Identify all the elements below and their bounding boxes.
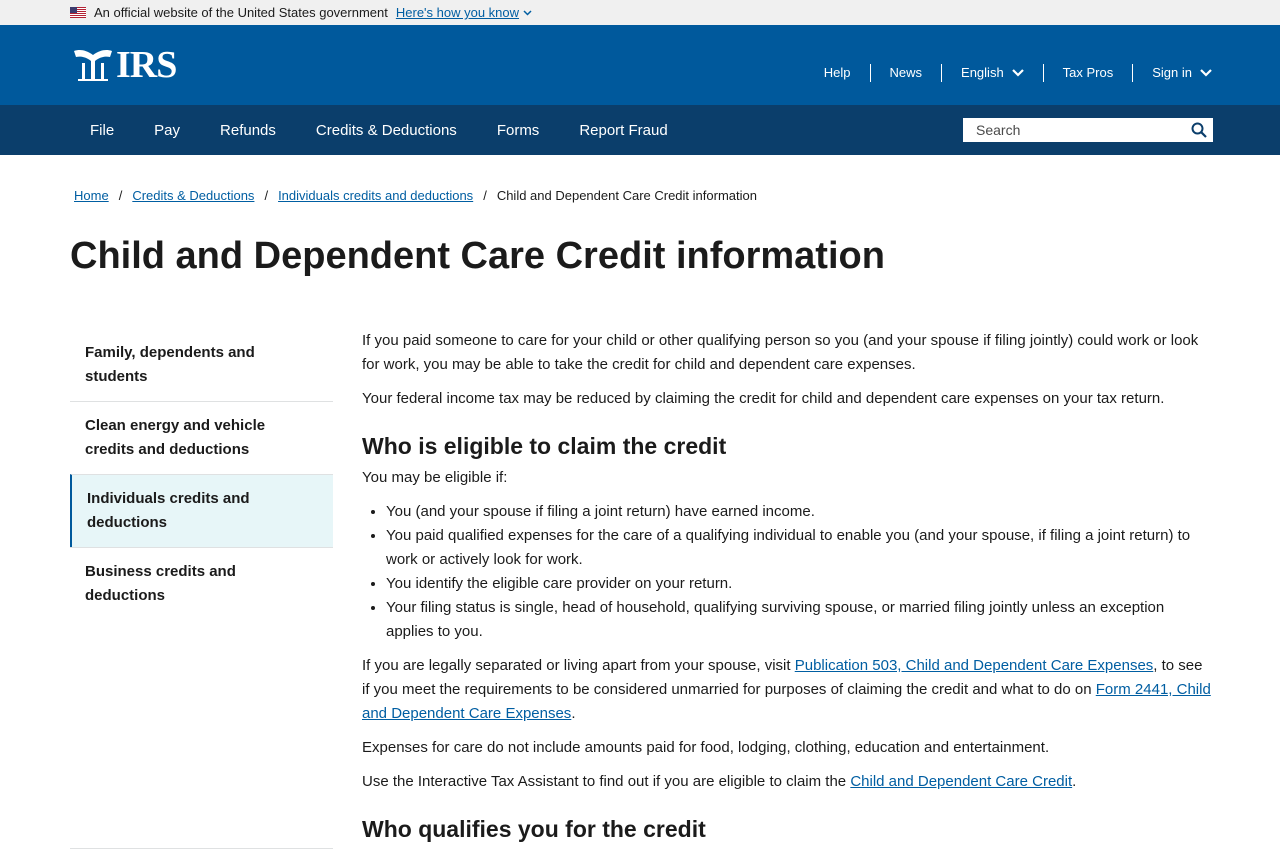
ita-text-before: Use the Interactive Tax Assistant to fin… [362,773,851,790]
logo-wordmark: IRS [116,44,177,86]
eligible-intro: You may be eligible if: [362,469,508,486]
util-tax-pros-label: Tax Pros [1062,64,1114,80]
breadcrumb: Home / Credits & Deductions / Individual… [0,155,1280,204]
qualifies-heading: Who qualifies you for the credit [362,816,706,842]
main-nav: File Pay Refunds Credits & Deductions Fo… [0,105,1280,155]
irs-eagle-icon [74,50,112,81]
chevron-down-icon [1011,68,1024,77]
gov-banner-text: An official website of the United States… [94,5,388,20]
sidenav-item-individuals[interactable]: Individuals credits and deductions [70,474,333,547]
nav-file[interactable]: File [70,122,134,139]
main-content: If you paid someone to care for your chi… [362,329,1212,849]
nav-pay[interactable]: Pay [134,122,200,139]
how-you-know-link[interactable]: Here's how you know [396,5,532,20]
ita-text-after: . [1072,773,1077,790]
util-help-label: Help [823,64,851,80]
sign-in-dropdown[interactable]: Sign in [1133,64,1212,82]
eligible-heading: Who is eligible to claim the credit [362,433,727,459]
child-care-credit-link[interactable]: Child and Dependent Care Credit [850,773,1072,790]
sidenav-item-clean-energy[interactable]: Clean energy and vehicle credits and ded… [70,401,333,474]
ita-paragraph: Use the Interactive Tax Assistant to fin… [362,770,1212,794]
sign-in-label: Sign in [1152,64,1192,80]
search-input[interactable] [963,118,1185,142]
breadcrumb-credits-deductions[interactable]: Credits & Deductions [132,188,254,203]
publication-503-link[interactable]: Publication 503, Child and Dependent Car… [795,657,1154,674]
chevron-down-icon [1200,68,1212,77]
page-title: Child and Dependent Care Credit informat… [70,235,885,277]
how-you-know-label: Here's how you know [395,5,520,20]
separated-text-before: If you are legally separated or living a… [362,657,795,674]
expenses-paragraph: Expenses for care do not include amounts… [362,739,1050,756]
breadcrumb-separator: / [264,188,269,203]
nav-forms[interactable]: Forms [477,122,560,139]
language-dropdown[interactable]: English [942,63,1044,82]
sidenav-item-business[interactable]: Business credits and deductions [70,547,333,620]
intro-paragraph: If you paid someone to care for your chi… [362,332,1199,373]
us-flag-icon [70,7,86,18]
irs-logo[interactable]: IRS [72,43,177,87]
breadcrumb-separator: / [118,188,123,203]
list-item: You identify the eligible care provider … [386,572,1212,596]
reduce-tax-paragraph: Your federal income tax may be reduced b… [362,390,1165,407]
breadcrumb-home[interactable]: Home [74,188,109,203]
nav-refunds[interactable]: Refunds [200,122,296,139]
nav-credits-deductions[interactable]: Credits & Deductions [296,122,477,139]
site-header: IRS Help News English Tax Pros Sign in [0,25,1280,105]
search-icon [1191,122,1207,138]
eligible-list: You (and your spouse if filing a joint r… [386,500,1212,644]
gov-banner: An official website of the United States… [0,0,1280,25]
list-item: Your filing status is single, head of ho… [386,596,1212,644]
breadcrumb-individuals[interactable]: Individuals credits and deductions [278,188,473,203]
list-item: You (and your spouse if filing a joint r… [386,500,1212,524]
nav-report-fraud[interactable]: Report Fraud [559,122,687,139]
search-button[interactable] [1185,118,1213,142]
separated-text-after: . [571,705,576,722]
separated-paragraph: If you are legally separated or living a… [362,654,1212,726]
utility-nav: Help News English Tax Pros Sign in [805,63,1212,82]
sidenav-item-family[interactable]: Family, dependents and students [70,329,333,401]
chevron-down-icon [523,9,532,16]
breadcrumb-current: Child and Dependent Care Credit informat… [496,188,757,203]
search-box [963,118,1213,142]
util-help-link[interactable]: Help [805,63,871,82]
side-nav: Family, dependents and students Clean en… [70,329,333,849]
util-tax-pros-link[interactable]: Tax Pros [1044,63,1134,82]
util-news-label: News [889,64,923,80]
breadcrumb-separator: / [483,188,487,203]
list-item: You paid qualified expenses for the care… [386,524,1212,572]
language-label: English [961,64,1004,80]
util-news-link[interactable]: News [871,63,943,82]
